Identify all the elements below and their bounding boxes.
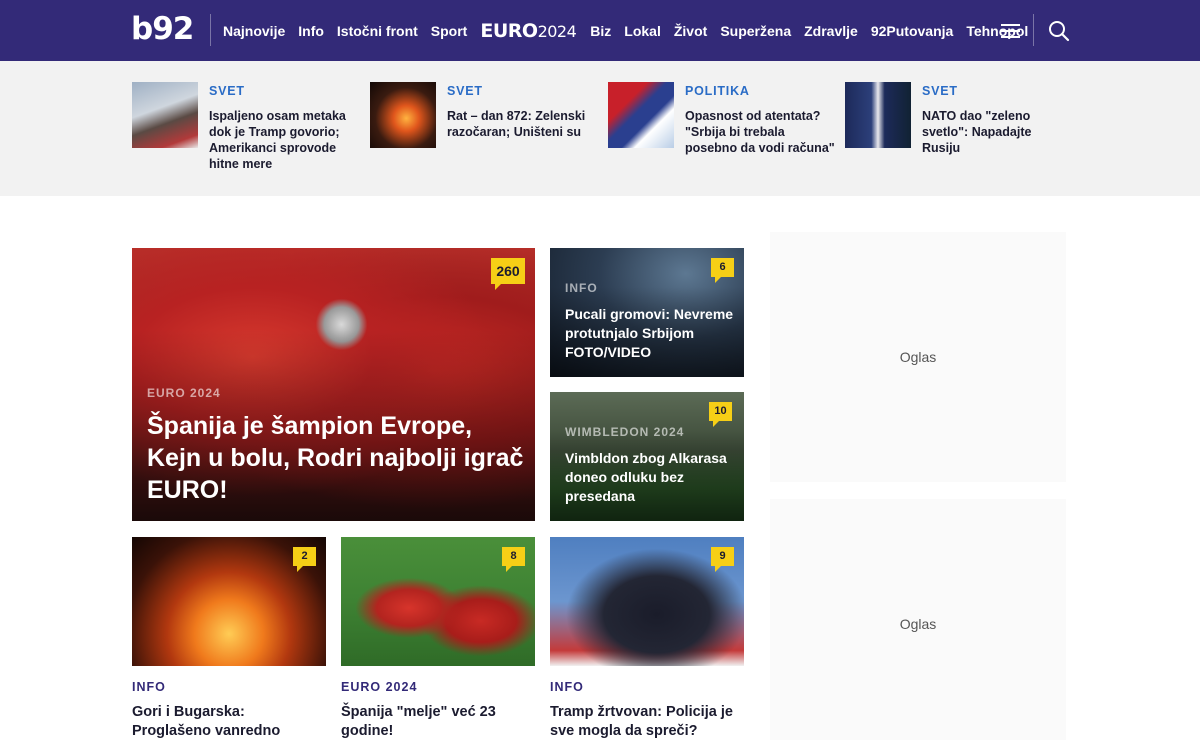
article-title[interactable]: Španija "melje" već 23 godine! <box>341 703 531 740</box>
hero-title[interactable]: Španija je šampion Evrope, Kejn u bolu, … <box>147 410 527 506</box>
side-article[interactable]: 6 INFO Pucali gromovi: Nevreme protutnja… <box>550 248 744 377</box>
article-category[interactable]: POLITIKA <box>685 84 750 98</box>
article-thumbnail <box>370 82 436 148</box>
hero-article[interactable]: 260 EURO 2024 Španija je šampion Evrope,… <box>132 248 535 521</box>
article-category[interactable]: INFO <box>132 680 166 694</box>
article-category[interactable]: SVET <box>447 84 483 98</box>
nav-item-euro2024-logo[interactable]: EURO2024 <box>480 20 576 42</box>
hamburger-menu-icon[interactable] <box>1001 24 1020 38</box>
grid-article-image[interactable]: 9 <box>550 537 744 666</box>
nav-item-lokal[interactable]: Lokal <box>624 23 661 39</box>
article-title[interactable]: Vimbldon zbog Alkarasa doneo odluku bez … <box>565 449 735 506</box>
nav-item-info[interactable]: Info <box>298 23 324 39</box>
nav-item-biz[interactable]: Biz <box>590 23 611 39</box>
nav-item-zivot[interactable]: Život <box>674 23 707 39</box>
article-thumbnail <box>132 82 198 148</box>
strip-article[interactable]: SVET NATO dao "zeleno svetlo": Napadajte… <box>845 82 1075 182</box>
comment-count-badge[interactable]: 8 <box>502 547 525 572</box>
main-nav: Najnovije Info Istočni front Sport EURO2… <box>223 0 1028 61</box>
side-article[interactable]: 10 WIMBLEDON 2024 Vimbldon zbog Alkarasa… <box>550 392 744 521</box>
article-title[interactable]: NATO dao "zeleno svetlo": Napadajte Rusi… <box>922 108 1072 156</box>
comment-count-badge[interactable]: 6 <box>711 258 734 283</box>
comment-count-badge[interactable]: 10 <box>709 402 732 427</box>
ad-label: Oglas <box>899 349 937 365</box>
article-title[interactable]: Tramp žrtvovan: Policija je sve mogla da… <box>550 703 740 740</box>
article-title[interactable]: Gori i Bugarska: Proglašeno vanredno sta… <box>132 703 322 740</box>
top-news-strip: SVET Ispaljeno osam metaka dok je Tramp … <box>0 61 1200 196</box>
search-icon[interactable] <box>1048 20 1070 42</box>
article-category[interactable]: INFO <box>550 680 584 694</box>
header-divider <box>210 14 211 46</box>
euro-logo-year: 2024 <box>537 21 577 41</box>
strip-article[interactable]: SVET Ispaljeno osam metaka dok je Tramp … <box>132 82 362 182</box>
article-title[interactable]: Opasnost od atentata? "Srbija bi trebala… <box>685 108 835 156</box>
ad-slot[interactable]: Oglas <box>770 232 1066 482</box>
euro-logo-word: EURO <box>480 19 538 42</box>
article-thumbnail <box>608 82 674 148</box>
grid-article-image[interactable]: 8 <box>341 537 535 666</box>
header-divider <box>1033 14 1034 46</box>
article-category[interactable]: WIMBLEDON 2024 <box>565 425 684 439</box>
nav-item-istocni-front[interactable]: Istočni front <box>337 23 418 39</box>
nav-item-zdravlje[interactable]: Zdravlje <box>804 23 858 39</box>
site-header: b92 Najnovije Info Istočni front Sport E… <box>0 0 1200 61</box>
comment-count-badge[interactable]: 9 <box>711 547 734 572</box>
ad-slot[interactable]: Oglas <box>770 499 1066 740</box>
article-category[interactable]: EURO 2024 <box>341 680 417 694</box>
b92-logo[interactable]: b92 <box>131 13 194 45</box>
ad-label: Oglas <box>899 616 937 632</box>
article-category[interactable]: INFO <box>565 281 598 295</box>
strip-article[interactable]: POLITIKA Opasnost od atentata? "Srbija b… <box>608 82 838 182</box>
grid-article-image[interactable]: 2 <box>132 537 326 666</box>
article-title[interactable]: Rat – dan 872: Zelenski razočaran; Uništ… <box>447 108 597 140</box>
strip-article[interactable]: SVET Rat – dan 872: Zelenski razočaran; … <box>370 82 600 182</box>
nav-item-najnovije[interactable]: Najnovije <box>223 23 285 39</box>
nav-item-92putovanja[interactable]: 92Putovanja <box>871 23 953 39</box>
nav-item-sport[interactable]: Sport <box>431 23 468 39</box>
nav-item-superzena[interactable]: Superžena <box>720 23 791 39</box>
hero-category[interactable]: EURO 2024 <box>147 386 221 400</box>
article-category[interactable]: SVET <box>209 84 245 98</box>
article-title[interactable]: Pucali gromovi: Nevreme protutnjalo Srbi… <box>565 305 735 362</box>
article-title[interactable]: Ispaljeno osam metaka dok je Tramp govor… <box>209 108 359 172</box>
article-category[interactable]: SVET <box>922 84 958 98</box>
comment-count-badge[interactable]: 260 <box>491 258 525 290</box>
article-thumbnail <box>845 82 911 148</box>
comment-count-badge[interactable]: 2 <box>293 547 316 572</box>
